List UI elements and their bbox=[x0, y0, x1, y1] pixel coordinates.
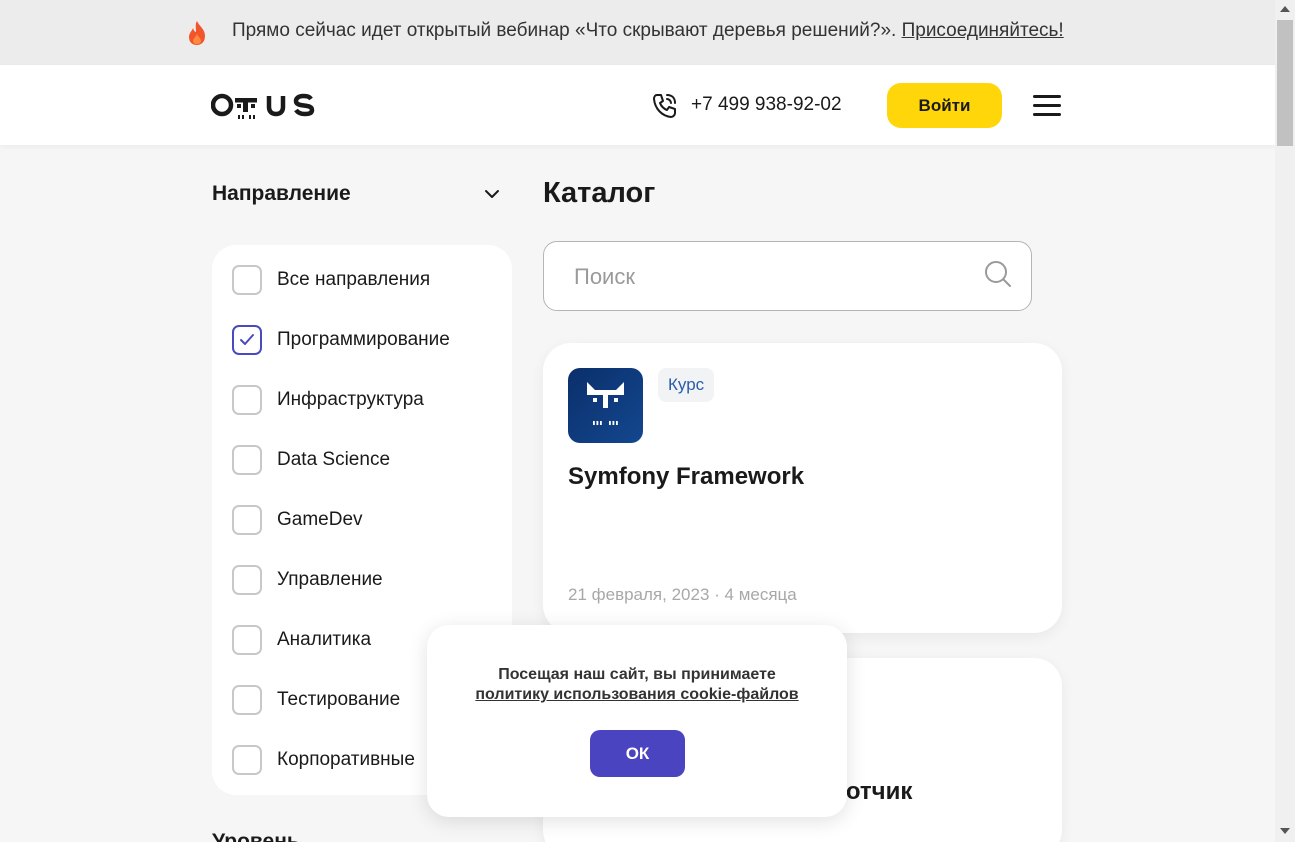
filter-checkbox[interactable] bbox=[232, 325, 262, 355]
filter-label: Корпоративные bbox=[277, 749, 415, 770]
filter-option[interactable]: GameDev bbox=[232, 504, 363, 536]
login-button[interactable]: Войти bbox=[887, 83, 1002, 128]
filter-label: Все направления bbox=[277, 269, 431, 290]
direction-filter-title[interactable]: Направление bbox=[212, 182, 351, 206]
filter-checkbox[interactable] bbox=[232, 565, 262, 595]
filter-label: Data Science bbox=[277, 449, 391, 470]
cookie-message-text: Посещая наш сайт, вы принимаете bbox=[498, 666, 776, 683]
cookie-consent-dialog: Посещая наш сайт, вы принимаете политику… bbox=[427, 625, 847, 817]
filter-checkbox[interactable] bbox=[232, 625, 262, 655]
filter-checkbox[interactable] bbox=[232, 265, 262, 295]
scroll-up-arrow-icon[interactable] bbox=[1280, 6, 1290, 12]
cookie-message: Посещая наш сайт, вы принимаете политику… bbox=[427, 665, 847, 705]
filter-checkbox[interactable] bbox=[232, 745, 262, 775]
fire-icon bbox=[189, 21, 205, 45]
filter-option[interactable]: Программирование bbox=[232, 324, 450, 356]
scrollbar-thumb[interactable] bbox=[1277, 20, 1293, 146]
cookie-ok-button[interactable]: ОК bbox=[590, 730, 685, 777]
checkmark-icon bbox=[240, 334, 254, 345]
filter-label: Управление bbox=[277, 569, 383, 590]
filter-label: Аналитика bbox=[277, 629, 372, 650]
chevron-down-icon[interactable] bbox=[482, 184, 502, 204]
filter-checkbox[interactable] bbox=[232, 445, 262, 475]
search-input[interactable] bbox=[574, 260, 974, 294]
filter-option[interactable]: Корпоративные bbox=[232, 744, 415, 776]
filter-checkbox[interactable] bbox=[232, 685, 262, 715]
course-card[interactable]: Курс Symfony Framework 21 февраля, 2023 … bbox=[543, 343, 1062, 633]
phone-icon bbox=[653, 94, 676, 118]
filter-label: GameDev bbox=[277, 509, 363, 530]
banner-text: Прямо сейчас идет открытый вебинар «Что … bbox=[232, 20, 1064, 42]
course-logo bbox=[568, 368, 643, 443]
filter-label: Тестирование bbox=[277, 689, 401, 710]
page-title: Каталог bbox=[543, 177, 656, 209]
join-webinar-link[interactable]: Присоединяйтесь! bbox=[902, 20, 1064, 41]
filter-label: Программирование bbox=[277, 329, 450, 350]
scrollbar[interactable] bbox=[1275, 0, 1295, 842]
site-header: +7 499 938-92-02 Войти bbox=[0, 65, 1275, 145]
webinar-banner: Прямо сейчас идет открытый вебинар «Что … bbox=[0, 0, 1275, 65]
filter-option[interactable]: Инфраструктура bbox=[232, 384, 424, 416]
filter-label: Инфраструктура bbox=[277, 389, 424, 410]
filter-option[interactable]: Все направления bbox=[232, 264, 430, 296]
filter-option[interactable]: Тестирование bbox=[232, 684, 400, 716]
level-filter-title[interactable]: Уровень bbox=[212, 830, 300, 842]
filter-checkbox[interactable] bbox=[232, 505, 262, 535]
menu-icon[interactable] bbox=[1033, 95, 1061, 117]
course-type-badge: Курс bbox=[658, 368, 715, 402]
filter-option[interactable]: Data Science bbox=[232, 444, 390, 476]
cookie-policy-link[interactable]: политику использования cookie-файлов bbox=[475, 686, 798, 703]
otus-logo[interactable] bbox=[211, 88, 317, 122]
banner-message: Прямо сейчас идет открытый вебинар «Что … bbox=[232, 20, 902, 41]
scroll-down-arrow-icon[interactable] bbox=[1280, 828, 1290, 834]
otus-mascot-icon bbox=[587, 382, 624, 425]
course-meta: 21 февраля, 2023 · 4 месяца bbox=[568, 585, 797, 604]
search-icon[interactable] bbox=[983, 259, 1013, 289]
filter-checkbox[interactable] bbox=[232, 385, 262, 415]
phone-number[interactable]: +7 499 938-92-02 bbox=[691, 94, 842, 116]
search-box[interactable] bbox=[543, 241, 1032, 311]
filter-option[interactable]: Управление bbox=[232, 564, 383, 596]
filter-option[interactable]: Аналитика bbox=[232, 624, 371, 656]
course-title[interactable]: Symfony Framework bbox=[568, 463, 804, 491]
